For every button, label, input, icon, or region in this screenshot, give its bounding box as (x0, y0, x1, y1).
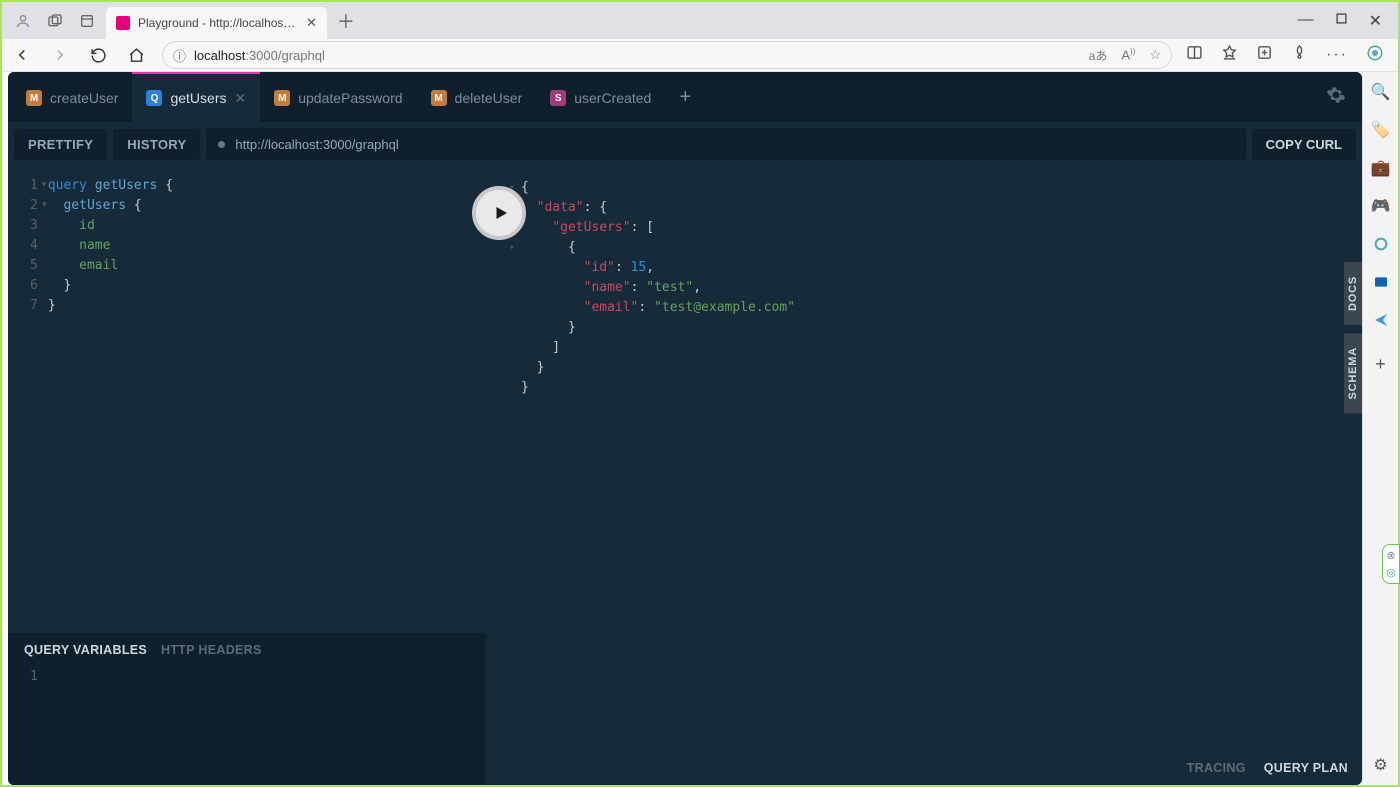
result-pane[interactable]: ▾{ ▾ "data": { ▾ "getUsers": [ ▾ { "id":… (485, 166, 1362, 751)
home-button[interactable] (124, 43, 148, 67)
split-screen-icon[interactable] (1186, 44, 1203, 66)
favorite-icon[interactable]: ☆ (1149, 47, 1161, 64)
browser-title-bar: Playground - http://localhost:300 ✕ ＋ — … (2, 2, 1398, 39)
endpoint-input[interactable]: http://localhost:3000/graphql (206, 128, 1245, 160)
window-close-icon[interactable]: ✕ (1369, 11, 1382, 31)
http-headers-tab[interactable]: HTTP HEADERS (161, 643, 262, 657)
workspaces-icon[interactable] (46, 12, 64, 30)
mutation-badge-icon: M (26, 90, 42, 106)
mutation-badge-icon: M (431, 90, 447, 106)
games-icon[interactable]: 🎮 (1371, 196, 1391, 216)
tracing-tab[interactable]: TRACING (1187, 761, 1246, 775)
more-menu-icon[interactable]: ··· (1326, 46, 1348, 64)
browser-tab-active[interactable]: Playground - http://localhost:300 ✕ (106, 7, 327, 39)
graphql-playground: M createUser Q getUsers ✕ M updatePasswo… (8, 72, 1362, 785)
outlook-icon[interactable] (1371, 272, 1391, 292)
tab-label: deleteUser (455, 90, 523, 106)
playground-toolbar: PRETTIFY HISTORY http://localhost:3000/g… (8, 122, 1362, 166)
query-editor[interactable]: 1234567 query getUsers { getUsers { id n… (8, 166, 485, 633)
settings-button[interactable] (1326, 85, 1346, 110)
status-dot-icon (218, 141, 225, 148)
floating-widget[interactable]: ⊗ ◎ (1382, 544, 1400, 584)
schema-panel-handle[interactable]: SCHEMA (1344, 333, 1362, 413)
send-icon[interactable] (1371, 310, 1391, 330)
favicon-icon (116, 16, 130, 30)
url-text: localhost:3000/graphql (194, 48, 325, 63)
add-sidebar-app-button[interactable]: + (1375, 354, 1386, 375)
query-plan-tab[interactable]: QUERY PLAN (1264, 761, 1348, 775)
tab-createUser[interactable]: M createUser (12, 72, 132, 122)
shopping-icon[interactable]: 🏷️ (1371, 120, 1391, 140)
endpoint-text: http://localhost:3000/graphql (235, 137, 398, 152)
close-tab-icon[interactable]: ✕ (306, 15, 317, 31)
tab-deleteUser[interactable]: M deleteUser (417, 72, 537, 122)
read-aloud-icon[interactable]: A)) (1121, 47, 1135, 64)
site-info-icon[interactable]: ⓘ (173, 46, 186, 65)
line-numbers: 1 (30, 669, 44, 684)
back-button[interactable] (10, 43, 34, 67)
browser-toolbar: ⓘ localhost:3000/graphql aあ A)) ☆ ··· (2, 39, 1398, 72)
search-icon[interactable]: 🔍 (1371, 82, 1391, 102)
tab-label: createUser (50, 90, 118, 106)
translate-icon[interactable]: aあ (1089, 47, 1108, 64)
tab-userCreated[interactable]: S userCreated (536, 72, 665, 122)
query-variables-tab[interactable]: QUERY VARIABLES (24, 643, 147, 657)
mutation-badge-icon: M (274, 90, 290, 106)
variables-panel: QUERY VARIABLES HTTP HEADERS 1 (8, 633, 485, 785)
query-badge-icon: Q (146, 90, 162, 106)
tools-icon[interactable]: 💼 (1371, 158, 1391, 178)
variables-editor[interactable]: 1 (8, 661, 485, 684)
subscription-badge-icon: S (550, 90, 566, 106)
fold-caret-icon[interactable]: ▾ (42, 199, 47, 210)
tab-getUsers[interactable]: Q getUsers ✕ (132, 72, 260, 122)
fold-caret-icon[interactable]: ▾ (509, 238, 514, 258)
profile-icon[interactable] (14, 12, 32, 30)
address-bar[interactable]: ⓘ localhost:3000/graphql aあ A)) ☆ (162, 41, 1172, 69)
edge-sidebar: 🔍 🏷️ 💼 🎮 + ⚙ (1362, 72, 1398, 785)
window-maximize-icon[interactable] (1336, 11, 1347, 31)
tab-actions-icon[interactable] (78, 12, 96, 30)
tab-label: getUsers (170, 90, 226, 106)
prettify-button[interactable]: PRETTIFY (14, 129, 107, 160)
fold-caret-icon[interactable]: ▾ (42, 179, 47, 190)
window-minimize-icon[interactable]: — (1298, 11, 1314, 31)
copilot-icon[interactable] (1366, 44, 1384, 67)
result-footer-tabs: TRACING QUERY PLAN (485, 751, 1362, 785)
sidebar-settings-icon[interactable]: ⚙ (1371, 755, 1391, 775)
refresh-button[interactable] (86, 43, 110, 67)
tab-label: userCreated (574, 90, 651, 106)
run-query-button[interactable] (472, 186, 526, 240)
docs-panel-handle[interactable]: DOCS (1344, 262, 1362, 325)
browser-essentials-icon[interactable] (1291, 44, 1308, 66)
office-icon[interactable] (1371, 234, 1391, 254)
new-tab-button[interactable]: ＋ (337, 8, 355, 34)
query-code-area[interactable]: query getUsers { getUsers { id name emai… (48, 176, 173, 316)
browser-tab-title: Playground - http://localhost:300 (138, 16, 298, 30)
collections-icon[interactable] (1256, 44, 1273, 66)
tab-updatePassword[interactable]: M updatePassword (260, 72, 416, 122)
history-button[interactable]: HISTORY (113, 129, 200, 160)
copy-curl-button[interactable]: COPY CURL (1252, 129, 1356, 160)
playground-tabs: M createUser Q getUsers ✕ M updatePasswo… (8, 72, 1362, 122)
tab-label: updatePassword (298, 90, 402, 106)
close-tab-icon[interactable]: ✕ (235, 90, 247, 107)
add-tab-button[interactable]: + (665, 86, 705, 109)
forward-button[interactable] (48, 43, 72, 67)
favorites-icon[interactable] (1221, 44, 1238, 66)
